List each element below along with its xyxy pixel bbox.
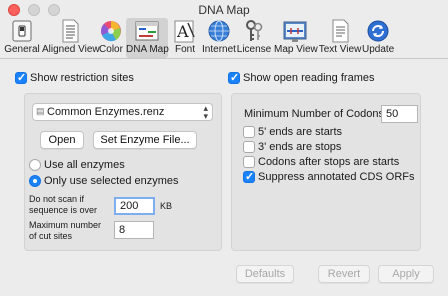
max-cut-sites-input[interactable]: 8 [114, 221, 154, 239]
five-prime-starts-checkbox[interactable] [243, 126, 255, 138]
dna-map-icon [135, 21, 159, 41]
tab-general-label: General [4, 44, 40, 55]
tab-internet-label: Internet [202, 44, 236, 55]
show-orf-checkbox[interactable] [228, 71, 240, 84]
min-codons-input[interactable]: 50 [381, 105, 418, 123]
keys-icon [246, 20, 263, 41]
tab-text-view[interactable]: Text View [318, 18, 362, 58]
tab-internet[interactable]: Internet [202, 18, 236, 58]
max-cut-label-line2: of cut sites [29, 231, 73, 241]
aligned-doc-icon [62, 19, 79, 43]
toolbar-separator [0, 58, 448, 59]
defaults-button[interactable]: Defaults [236, 265, 294, 283]
codons-after-stops-label: Codons after stops are starts [258, 156, 400, 168]
tab-map-view-label: Map View [274, 44, 318, 55]
max-cut-label-line1: Maximum number [29, 220, 102, 230]
preferences-window: DNA Map General Aligned View Color DNA M… [0, 0, 448, 296]
svg-text:A: A [176, 22, 189, 41]
tab-text-view-label: Text View [318, 44, 362, 55]
text-view-icon [332, 19, 349, 43]
suppress-cds-orfs-checkbox[interactable] [243, 170, 255, 183]
set-enzyme-file-button[interactable]: Set Enzyme File... [93, 131, 197, 149]
show-restriction-sites-label: Show restriction sites [30, 72, 134, 84]
tab-update-label: Update [362, 44, 395, 55]
switch-icon [12, 20, 32, 42]
revert-button[interactable]: Revert [318, 265, 370, 283]
tab-aligned-view-label: Aligned View [42, 44, 100, 55]
no-scan-label-line1: Do not scan if [29, 194, 85, 204]
no-scan-label-line2: sequence is over [29, 205, 98, 215]
tab-color-label: Color [99, 44, 123, 55]
tab-update[interactable]: Update [362, 18, 394, 58]
show-restriction-sites-checkbox[interactable] [15, 71, 27, 84]
open-enzyme-button[interactable]: Open [40, 131, 84, 149]
show-orf-label: Show open reading frames [243, 72, 375, 84]
map-view-icon [283, 21, 307, 42]
suppress-cds-orfs-label: Suppress annotated CDS ORFs [258, 171, 415, 183]
tab-license[interactable]: License [236, 18, 272, 58]
tab-dna-map[interactable]: DNA Map [126, 18, 169, 58]
color-wheel-icon [101, 21, 121, 42]
font-icon: A [174, 20, 195, 43]
no-scan-size-input[interactable]: 200 [114, 197, 155, 215]
five-prime-starts-label: 5' ends are starts [258, 126, 343, 138]
preferences-toolbar: General Aligned View Color DNA Map A Fon… [0, 18, 448, 58]
min-codons-label: Minimum Number of Codons: [244, 108, 388, 120]
codons-after-stops-checkbox[interactable] [243, 156, 255, 168]
enzyme-document-icon: ▤ [36, 106, 45, 116]
three-prime-stops-checkbox[interactable] [243, 141, 255, 153]
only-use-selected-enzymes-label: Only use selected enzymes [44, 175, 179, 187]
tab-font-label: Font [174, 44, 195, 55]
tab-color[interactable]: Color [98, 18, 124, 58]
enzyme-file-select[interactable]: ▤ Common Enzymes.renz ▴ ▾ [32, 103, 213, 121]
chevron-updown-icon: ▴ ▾ [203, 103, 208, 121]
globe-icon [208, 20, 230, 42]
update-icon [367, 20, 389, 42]
only-use-selected-enzymes-radio[interactable] [29, 175, 41, 187]
apply-button[interactable]: Apply [378, 265, 434, 283]
tab-dna-map-label: DNA Map [126, 44, 169, 55]
use-all-enzymes-radio[interactable] [29, 159, 41, 171]
window-title: DNA Map [198, 3, 250, 17]
tab-aligned-view[interactable]: Aligned View [42, 18, 100, 58]
three-prime-stops-label: 3' ends are stops [258, 141, 342, 153]
use-all-enzymes-label: Use all enzymes [44, 159, 125, 171]
tab-font[interactable]: A Font [170, 18, 200, 58]
tab-map-view[interactable]: Map View [274, 18, 318, 58]
enzyme-file-name: Common Enzymes.renz [47, 106, 165, 118]
tab-license-label: License [236, 44, 272, 55]
no-scan-unit-label: KB [160, 201, 173, 211]
tab-general[interactable]: General [4, 18, 40, 58]
